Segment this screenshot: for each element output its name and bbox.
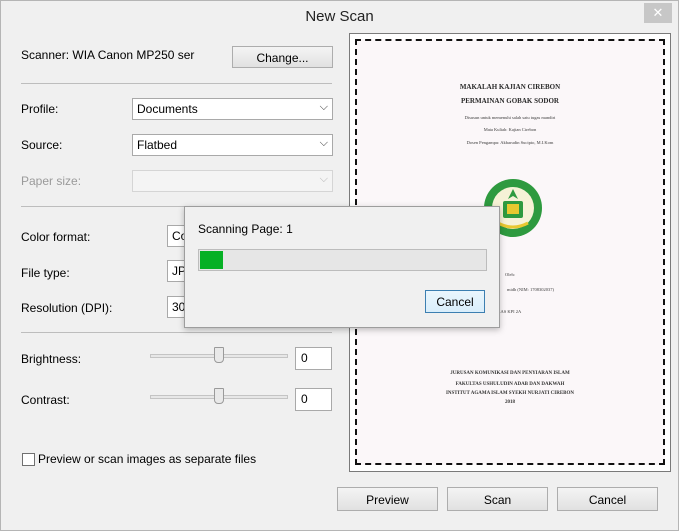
contrast-label: Contrast: [21, 393, 70, 407]
doc-subtitle-line1: Disusun untuk memenuhi salah satu tugas … [464, 115, 556, 120]
doc-footer-line1: JURUSAN KOMUNIKASI DAN PENYIARAN ISLAM [450, 371, 570, 376]
preview-button[interactable]: Preview [337, 487, 438, 511]
brightness-label: Brightness: [21, 352, 82, 366]
contrast-input[interactable]: 0 [295, 388, 332, 411]
new-scan-window: New Scan ✕ Scanner: WIA Canon MP250 ser … [0, 0, 679, 531]
separator [21, 83, 332, 84]
scan-progress-fill [200, 251, 223, 269]
doc-title-line1: MAKALAH KAJIAN CIREBON [459, 83, 561, 91]
contrast-slider-thumb[interactable] [214, 388, 224, 404]
file-type-label: File type: [21, 266, 70, 280]
scanner-label: Scanner: WIA Canon MP250 ser [21, 48, 195, 62]
separate-files-label[interactable]: Preview or scan images as separate files [38, 452, 256, 466]
scanning-status: Scanning Page: 1 [198, 222, 293, 236]
close-icon: ✕ [652, 5, 664, 20]
paper-size-select: ⌵ [132, 170, 333, 192]
source-select[interactable]: Flatbed ⌵ [132, 134, 333, 156]
scan-progress-bar [198, 249, 487, 271]
profile-value: Documents [137, 102, 198, 116]
source-label: Source: [21, 138, 63, 152]
chevron-down-icon: ⌵ [319, 137, 328, 149]
title-bar: New Scan ✕ [1, 1, 678, 31]
change-scanner-button[interactable]: Change... [232, 46, 333, 68]
doc-footer-year: 2018 [505, 400, 515, 405]
brightness-slider-thumb[interactable] [214, 347, 224, 363]
color-format-label: Color format: [21, 230, 91, 244]
brightness-input[interactable]: 0 [295, 347, 332, 370]
scan-button[interactable]: Scan [447, 487, 548, 511]
scanning-progress-dialog: Scanning Page: 1 Cancel [184, 206, 500, 328]
dialog-cancel-button[interactable]: Cancel [425, 290, 485, 313]
window-title: New Scan [305, 8, 374, 25]
chevron-down-icon: ⌵ [319, 101, 328, 113]
doc-title-line2: PERMAINAN GOBAK SODOR [460, 97, 559, 105]
source-value: Flatbed [137, 138, 178, 152]
doc-footer-line3: INSTITUT AGAMA ISLAM SYEKH NURJATI CIREB… [445, 391, 575, 396]
cancel-button[interactable]: Cancel [557, 487, 658, 511]
close-button[interactable]: ✕ [644, 3, 672, 23]
doc-footer-line2: FAKULTAS USHULUDIN ADAB DAN DAKWAH [455, 382, 565, 387]
profile-select[interactable]: Documents ⌵ [132, 98, 333, 120]
doc-subtitle-line3: Dosen Pengampu: Akbarudin Sucipto, M.I.K… [466, 140, 554, 145]
chevron-down-icon: ⌵ [319, 173, 328, 185]
doc-subtitle-line2: Mata Kuliah: Kajian Cirebon [483, 127, 537, 132]
profile-label: Profile: [21, 102, 59, 116]
paper-size-label: Paper size: [21, 174, 82, 188]
separate-files-checkbox[interactable] [22, 453, 35, 466]
resolution-label: Resolution (DPI): [21, 301, 113, 315]
separator [21, 332, 332, 333]
doc-author-nim: midh (NIM: 1708302037) [507, 287, 554, 292]
